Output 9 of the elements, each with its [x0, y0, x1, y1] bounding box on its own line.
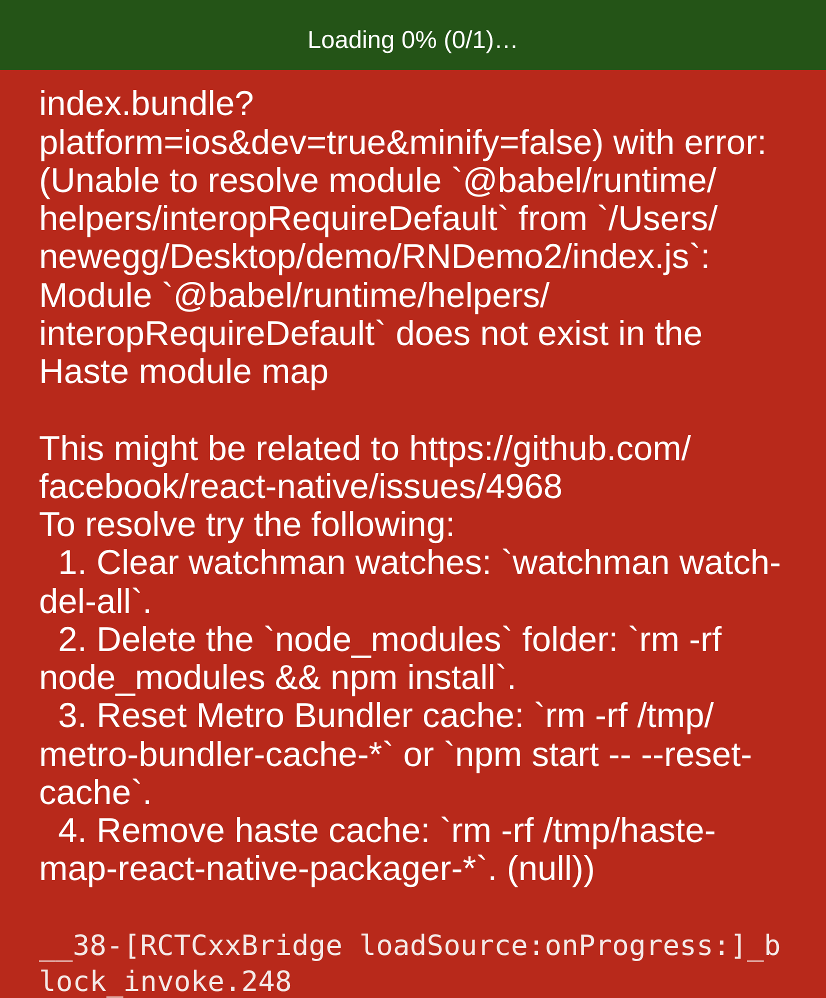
resolve-step: 2. Delete the `node_modules` folder: `rm -rf node_modules && npm install`.: [39, 620, 722, 698]
loading-text: Loading 0% (0/1)…: [307, 27, 519, 55]
resolve-step: 1. Clear watchman watches: `watchman watch- del-all`.: [39, 544, 782, 621]
hint-text: This might be related to https://github.com/ facebook/react-native/issues/4968: [39, 430, 691, 506]
error-message: index.bundle? platform=ios&dev=true&minify=false) with error: (Unable to resolve module `@babel/runtime/ helpers/interopRequireDefault` from `/Users/ newegg/Desktop/demo/RNDemo2/index.js`: Module `@babel/runtime/helpers/ interopRequireDefault` does not exist in the Haste module map: [39, 85, 767, 392]
stack-frame-text: __38-[RCTCxxBridge loadSource:onProgress:]_b lock_invoke.248: [39, 928, 781, 998]
resolve-heading: To resolve try the following:: [39, 506, 456, 544]
resolve-step: 4. Remove haste cache: `rm -rf /tmp/haste- map-react-native-packager-*`. (null)): [39, 812, 716, 888]
resolve-step: 3. Reset Metro Bundler cache: `rm -rf /tmp/ metro-bundler-cache-*` or `npm start -- --reset- cache`.: [39, 697, 752, 812]
